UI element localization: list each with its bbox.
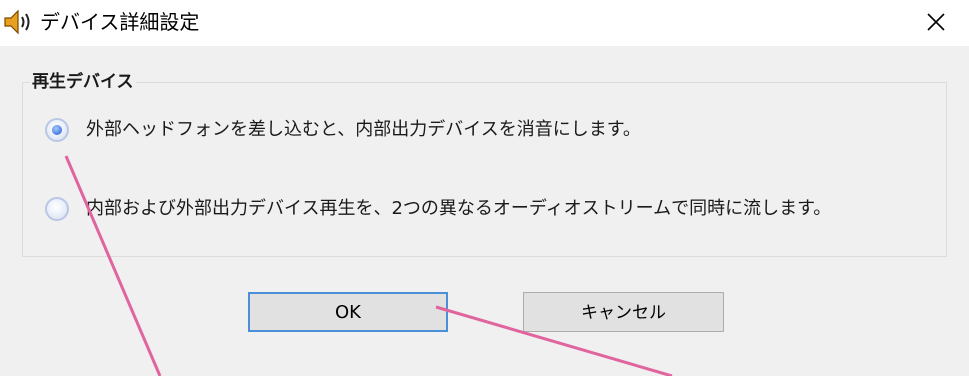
group-label: 再生デバイス [30, 71, 136, 93]
title-bar: デバイス詳細設定 [0, 0, 969, 46]
close-button[interactable] [914, 4, 958, 40]
cancel-button[interactable]: キャンセル [523, 292, 724, 332]
device-advanced-settings-dialog: デバイス詳細設定 再生デバイス 外部ヘッドフォンを差し込むと、内部出力デバイスを… [0, 0, 969, 376]
radio-label: 外部ヘッドフォンを差し込むと、内部出力デバイスを消音にします。 [86, 119, 641, 140]
ok-button[interactable]: OK [248, 292, 448, 332]
close-icon [927, 13, 945, 31]
dialog-body: 再生デバイス 外部ヘッドフォンを差し込むと、内部出力デバイスを消音にします。 内… [0, 46, 969, 376]
window-title: デバイス詳細設定 [40, 10, 200, 34]
radio-label: 内部および外部出力デバイス再生を、2つの異なるオーディオストリームで同時に流しま… [86, 198, 832, 219]
radio-option-mute-internal[interactable]: 外部ヘッドフォンを差し込むと、内部出力デバイスを消音にします。 [45, 116, 641, 146]
speaker-icon [3, 8, 39, 36]
playback-device-group [22, 82, 947, 257]
radio-option-dual-streams[interactable]: 内部および外部出力デバイス再生を、2つの異なるオーディオストリームで同時に流しま… [45, 195, 831, 225]
radio-button-selected[interactable] [45, 118, 69, 142]
radio-button[interactable] [45, 197, 69, 221]
